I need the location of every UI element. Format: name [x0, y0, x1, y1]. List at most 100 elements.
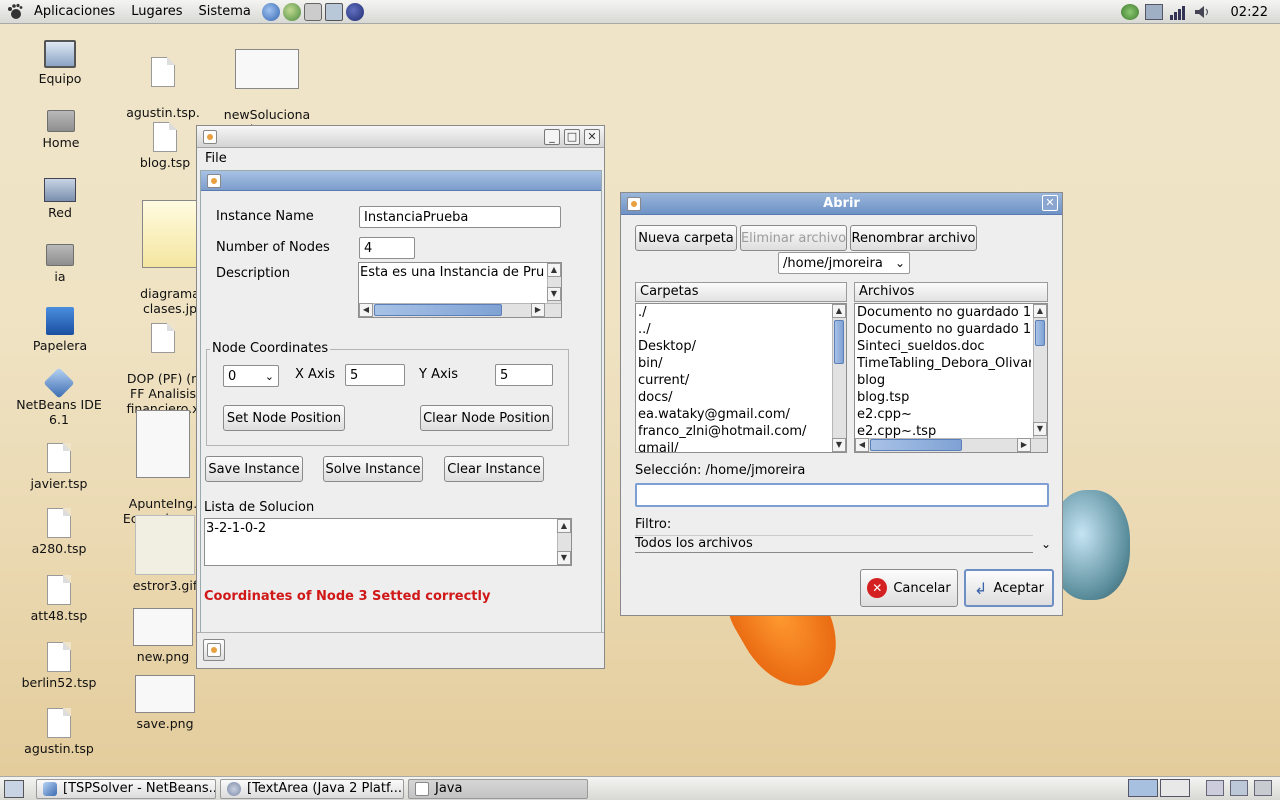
- file-item[interactable]: blog.tsp: [855, 389, 1031, 406]
- workspace-2[interactable]: [1160, 779, 1190, 797]
- menu-lugares[interactable]: Lugares: [123, 4, 190, 19]
- minimized-frame-button[interactable]: [203, 639, 225, 661]
- desktop-icon-apunteing[interactable]: ApunteIng. Econmica.pd: [118, 395, 208, 526]
- file-item[interactable]: Documento no guardado 1~: [855, 321, 1031, 338]
- scroll-thumb[interactable]: [374, 304, 502, 316]
- filter-select[interactable]: Todos los archivos ⌄: [635, 535, 1051, 553]
- folder-item[interactable]: franco_zlni@hotmail.com/: [636, 423, 846, 440]
- desktop-icon-new-png[interactable]: new.png: [118, 608, 208, 664]
- desktop-icon-netbeans[interactable]: NetBeans IDE 6.1: [14, 367, 104, 427]
- cancel-button[interactable]: ✕ Cancelar: [860, 569, 958, 607]
- tsp-window-titlebar[interactable]: _ □ ✕: [197, 126, 604, 148]
- description-hscrollbar[interactable]: ◀ ▶: [359, 303, 561, 317]
- close-button[interactable]: ✕: [584, 129, 600, 145]
- menu-sistema[interactable]: Sistema: [191, 4, 259, 19]
- file-item[interactable]: Sinteci_sueldos.doc: [855, 338, 1031, 355]
- folder-item[interactable]: bin/: [636, 355, 846, 372]
- delete-file-button[interactable]: Eliminar archivo: [740, 225, 847, 251]
- solution-vscrollbar[interactable]: ▲ ▼: [557, 519, 571, 565]
- scroll-thumb[interactable]: [834, 320, 844, 364]
- network-tray-icon[interactable]: [1144, 4, 1163, 20]
- web-browser-icon[interactable]: [261, 2, 280, 21]
- description-vscrollbar[interactable]: ▲ ▼: [547, 263, 561, 303]
- signal-icon[interactable]: [1169, 4, 1187, 20]
- accept-button[interactable]: ↲ Aceptar: [964, 569, 1054, 607]
- messenger-icon[interactable]: [282, 2, 301, 21]
- folders-vscrollbar[interactable]: ▲ ▼: [832, 304, 846, 452]
- folders-list[interactable]: ./ ../ Desktop/ bin/ current/ docs/ ea.w…: [635, 303, 847, 453]
- show-desktop-icon[interactable]: [4, 779, 24, 798]
- save-instance-button[interactable]: Save Instance: [205, 456, 303, 482]
- desktop-icon-berlin52-tsp[interactable]: berlin52.tsp: [14, 642, 104, 690]
- new-folder-button[interactable]: Nueva carpeta: [635, 225, 737, 251]
- instance-name-input[interactable]: [359, 206, 561, 228]
- solution-area[interactable]: 3-2-1-0-2 ▲ ▼: [204, 518, 572, 566]
- gnome-foot-icon[interactable]: [4, 2, 26, 22]
- node-select[interactable]: 0 ⌄: [223, 365, 279, 387]
- path-select[interactable]: /home/jmoreira ⌄: [778, 252, 910, 274]
- desktop-icon-a280-tsp[interactable]: a280.tsp: [14, 508, 104, 556]
- x-axis-input[interactable]: [345, 364, 405, 386]
- folder-item[interactable]: current/: [636, 372, 846, 389]
- folder-item[interactable]: ea.wataky@gmail.com/: [636, 406, 846, 423]
- menu-aplicaciones[interactable]: Aplicaciones: [26, 4, 123, 19]
- desktop-icon-save-png[interactable]: save.png: [120, 675, 210, 731]
- rename-file-button[interactable]: Renombrar archivo: [850, 225, 977, 251]
- desktop-icon-newsolucionado-png[interactable]: newSoluciona do.png: [222, 34, 312, 137]
- notes-icon[interactable]: [1206, 780, 1224, 796]
- open-dialog-titlebar[interactable]: Abrir ✕: [621, 193, 1062, 215]
- scroll-thumb[interactable]: [1035, 320, 1045, 346]
- clear-node-position-button[interactable]: Clear Node Position: [420, 405, 553, 431]
- messenger-tray-icon[interactable]: [1120, 4, 1139, 20]
- minimize-button[interactable]: _: [544, 129, 560, 145]
- files-list[interactable]: Documento no guardado 1 Documento no gua…: [854, 303, 1048, 453]
- scroll-thumb[interactable]: [870, 439, 962, 451]
- workspace-1[interactable]: [1128, 779, 1158, 797]
- scroll-up-arrow[interactable]: ▲: [547, 263, 561, 277]
- scroll-up-arrow[interactable]: ▲: [832, 304, 846, 318]
- file-item[interactable]: blog: [855, 372, 1031, 389]
- folder-item[interactable]: gmail/: [636, 440, 846, 452]
- y-axis-input[interactable]: [495, 364, 553, 386]
- scroll-up-arrow[interactable]: ▲: [557, 519, 571, 533]
- desktop-icon-papelera[interactable]: Papelera: [15, 307, 105, 353]
- files-vscrollbar[interactable]: ▲ ▼: [1033, 304, 1047, 438]
- maximize-button[interactable]: □: [564, 129, 580, 145]
- desktop-icon-ia[interactable]: ia: [15, 244, 105, 284]
- scroll-down-arrow[interactable]: ▼: [557, 551, 571, 565]
- volume-icon[interactable]: [1193, 4, 1211, 20]
- description-area[interactable]: Esta es una Instancia de Prue ▲ ▼ ◀ ▶: [358, 262, 562, 318]
- scroll-down-arrow[interactable]: ▼: [547, 287, 561, 301]
- scroll-down-arrow[interactable]: ▼: [832, 438, 846, 452]
- desktop-icon-javier-tsp[interactable]: javier.tsp: [14, 443, 104, 491]
- clear-instance-button[interactable]: Clear Instance: [444, 456, 544, 482]
- desktop-icon-home[interactable]: Home: [16, 110, 106, 150]
- scroll-right-arrow[interactable]: ▶: [1017, 438, 1031, 452]
- scroll-down-arrow[interactable]: ▼: [1033, 422, 1047, 436]
- set-node-position-button[interactable]: Set Node Position: [223, 405, 345, 431]
- close-button[interactable]: ✕: [1042, 195, 1058, 211]
- desktop-icon-red[interactable]: Red: [15, 178, 105, 220]
- task-textarea-java[interactable]: [TextArea (Java 2 Platf...: [220, 778, 404, 799]
- solve-instance-button[interactable]: Solve Instance: [323, 456, 423, 482]
- eclipse-icon[interactable]: [345, 2, 364, 21]
- file-item[interactable]: Documento no guardado 1: [855, 304, 1031, 321]
- menu-file[interactable]: File: [205, 151, 227, 166]
- desktop-icon-att48-tsp[interactable]: att48.tsp: [14, 575, 104, 623]
- nodes-input[interactable]: [359, 237, 415, 259]
- terminal-icon[interactable]: [324, 2, 343, 21]
- scroll-left-arrow[interactable]: ◀: [359, 303, 373, 317]
- scroll-up-arrow[interactable]: ▲: [1033, 304, 1047, 318]
- task-tspsolver-netbeans[interactable]: [TSPSolver - NetBeans...: [36, 778, 216, 799]
- file-item[interactable]: e2.cpp~: [855, 406, 1031, 423]
- clock[interactable]: 02:22: [1231, 5, 1268, 20]
- disk-icon[interactable]: [303, 2, 322, 21]
- scroll-left-arrow[interactable]: ◀: [855, 438, 869, 452]
- print-icon[interactable]: [1230, 780, 1248, 796]
- folder-item[interactable]: Desktop/: [636, 338, 846, 355]
- folder-item[interactable]: docs/: [636, 389, 846, 406]
- selection-input[interactable]: [635, 483, 1049, 507]
- task-java[interactable]: Java: [408, 778, 588, 799]
- scroll-right-arrow[interactable]: ▶: [531, 303, 545, 317]
- desktop-icon-agustin-tsp[interactable]: agustin.tsp: [14, 708, 104, 756]
